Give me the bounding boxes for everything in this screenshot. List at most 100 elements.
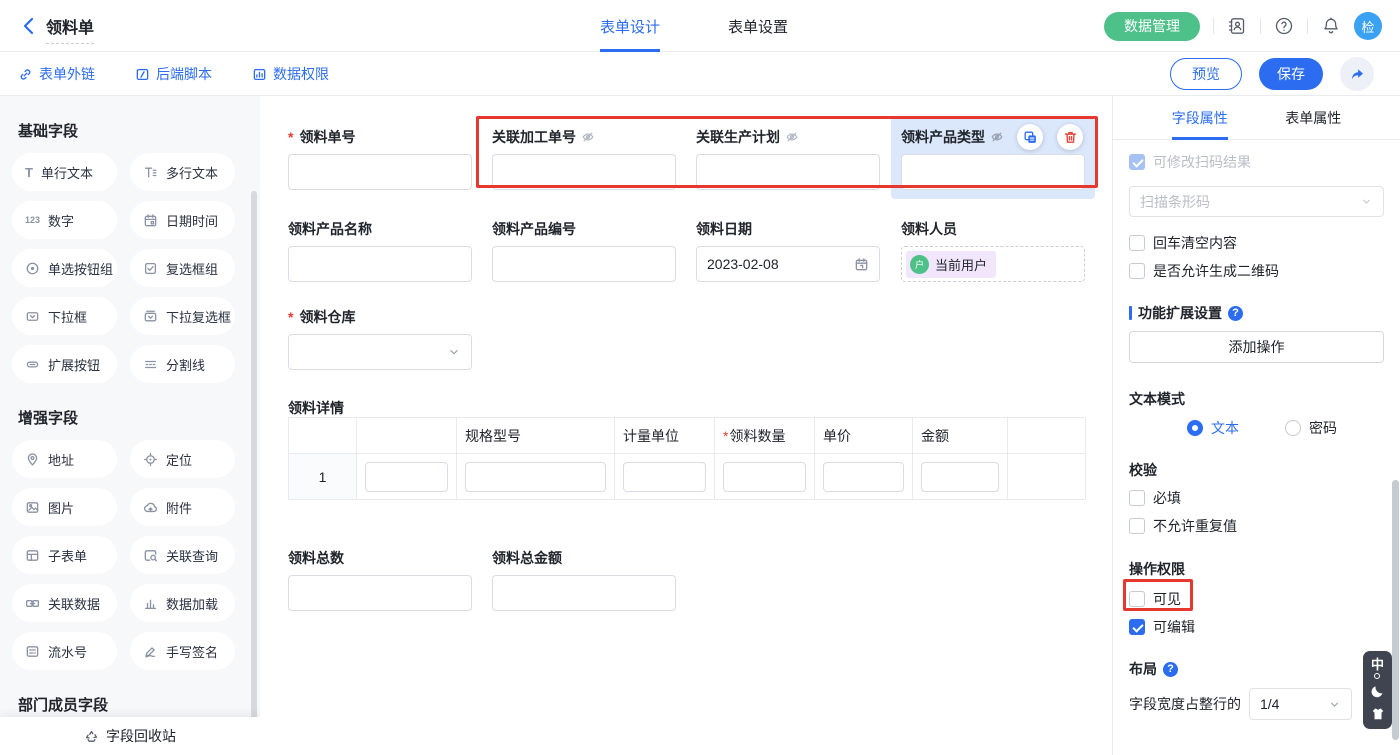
- total-amount-input[interactable]: [492, 575, 676, 611]
- share-button[interactable]: [1340, 57, 1374, 91]
- sidebar-item-extend-button[interactable]: 扩展按钮: [12, 345, 117, 383]
- tab-form-design[interactable]: 表单设计: [600, 0, 660, 52]
- tab-field-properties[interactable]: 字段属性: [1172, 96, 1228, 140]
- calendar-icon[interactable]: [854, 257, 869, 272]
- notification-bell-icon[interactable]: [1321, 16, 1341, 36]
- sidebar-item-linked-data[interactable]: 关联数据: [12, 584, 117, 622]
- scan-mode-select[interactable]: 扫描条形码: [1129, 186, 1384, 217]
- field-product-name[interactable]: 领料产品名称: [278, 209, 482, 291]
- sidebar-item-select[interactable]: 下拉框: [12, 297, 117, 335]
- subform-cell-input[interactable]: [823, 462, 904, 492]
- save-button[interactable]: 保存: [1259, 58, 1323, 90]
- sidebar-item-attachment[interactable]: 附件: [130, 488, 235, 526]
- language-toggle[interactable]: 中: [1371, 658, 1384, 671]
- sidebar-item-multi-select[interactable]: 下拉复选框: [130, 297, 235, 335]
- checkbox-visible[interactable]: [1129, 591, 1145, 607]
- subform-label: 领料详情: [288, 398, 344, 418]
- sidebar-scrollbar[interactable]: [251, 191, 257, 755]
- product-code-input[interactable]: [492, 246, 676, 282]
- option-no-duplicate[interactable]: 不允许重复值: [1129, 516, 1384, 536]
- dark-mode-moon-icon[interactable]: [1369, 683, 1386, 700]
- sidebar-item-multi-line-text[interactable]: 多行文本: [130, 153, 235, 191]
- back-button[interactable]: [18, 15, 40, 37]
- subform-cell-input[interactable]: [465, 462, 606, 492]
- floating-toolbar[interactable]: 中: [1363, 651, 1392, 729]
- person-input[interactable]: 户 当前用户: [901, 246, 1085, 282]
- sidebar-item-divider[interactable]: 分割线: [130, 345, 235, 383]
- option-visible[interactable]: 可见: [1129, 589, 1384, 609]
- option-modify-scan-result[interactable]: 可修改扫码结果: [1129, 152, 1384, 172]
- delete-field-button[interactable]: [1057, 124, 1083, 150]
- subform-cell-input[interactable]: [623, 462, 706, 492]
- field-product-type-selected[interactable]: 领料产品类型: [891, 117, 1095, 199]
- form-canvas[interactable]: 领料单号 关联加工单号 关联生产计划 领料产品类型 领料产品名称 领料产品编号: [260, 96, 1112, 755]
- option-allow-qrcode[interactable]: 是否允许生成二维码: [1129, 261, 1384, 281]
- subform-cell-input[interactable]: [365, 462, 448, 492]
- field-requisition-no[interactable]: 领料单号: [278, 117, 482, 199]
- product-name-input[interactable]: [288, 246, 472, 282]
- preview-button[interactable]: 预览: [1170, 58, 1242, 90]
- option-editable[interactable]: 可编辑: [1129, 617, 1384, 637]
- linked-production-plan-input[interactable]: [696, 154, 880, 190]
- sidebar-item-radio-group[interactable]: 单选按钮组: [12, 249, 117, 287]
- sidebar-item-datetime[interactable]: 日期时间: [130, 201, 235, 239]
- panel-scrollbar[interactable]: [1392, 480, 1399, 740]
- sidebar-item-checkbox-group[interactable]: 复选框组: [130, 249, 235, 287]
- form-toolbar: 表单外链 后端脚本 数据权限 预览 保存: [0, 52, 1400, 96]
- radio-text[interactable]: [1187, 420, 1203, 436]
- data-permission-button[interactable]: 数据权限: [252, 64, 329, 84]
- field-total-amount[interactable]: 领料总金额: [482, 538, 686, 620]
- data-manage-button[interactable]: 数据管理: [1104, 12, 1200, 41]
- avatar[interactable]: 检: [1354, 12, 1382, 40]
- date-input[interactable]: 2023-02-08: [696, 246, 880, 282]
- subform-cell-input[interactable]: [723, 462, 806, 492]
- product-type-input[interactable]: [901, 154, 1085, 190]
- field-warehouse[interactable]: 领料仓库: [278, 297, 482, 379]
- total-quantity-input[interactable]: [288, 575, 472, 611]
- checkbox-required[interactable]: [1129, 490, 1145, 506]
- copy-field-button[interactable]: [1017, 124, 1043, 150]
- option-clear-on-enter[interactable]: 回车清空内容: [1129, 233, 1384, 253]
- sidebar-item-number[interactable]: 123数字: [12, 201, 117, 239]
- sidebar-item-address[interactable]: 地址: [12, 440, 117, 478]
- help-circle-icon[interactable]: ?: [1163, 662, 1178, 677]
- add-action-button[interactable]: 添加操作: [1129, 331, 1384, 363]
- sidebar-item-lookup-query[interactable]: 关联查询: [130, 536, 235, 574]
- warehouse-select[interactable]: [288, 334, 472, 370]
- checkbox-clear-on-enter[interactable]: [1129, 235, 1145, 251]
- field-requisition-person[interactable]: 领料人员 户 当前用户: [891, 209, 1095, 291]
- tab-form-properties[interactable]: 表单属性: [1285, 96, 1341, 140]
- sidebar-item-data-load[interactable]: 数据加载: [130, 584, 235, 622]
- radio-password[interactable]: [1285, 420, 1301, 436]
- option-required[interactable]: 必填: [1129, 488, 1384, 508]
- form-title[interactable]: 领料单: [46, 14, 94, 44]
- checkbox-allow-qrcode[interactable]: [1129, 263, 1145, 279]
- linked-process-order-input[interactable]: [492, 154, 676, 190]
- checkbox-editable[interactable]: [1129, 619, 1145, 635]
- field-product-code[interactable]: 领料产品编号: [482, 209, 686, 291]
- theme-shirt-icon[interactable]: [1370, 706, 1386, 722]
- sidebar-item-subform[interactable]: 子表单: [12, 536, 117, 574]
- field-total-quantity[interactable]: 领料总数: [278, 538, 482, 620]
- subform-cell-input[interactable]: [921, 462, 999, 492]
- field-width-select[interactable]: 1/4: [1249, 688, 1352, 720]
- field-recycle-bin[interactable]: 字段回收站: [0, 717, 260, 755]
- sidebar-item-single-line-text[interactable]: T单行文本: [12, 153, 117, 191]
- help-icon[interactable]: [1274, 16, 1294, 36]
- field-linked-production-plan[interactable]: 关联生产计划: [686, 117, 890, 199]
- current-user-tag[interactable]: 户 当前用户: [906, 251, 996, 278]
- backend-script-button[interactable]: 后端脚本: [135, 64, 212, 84]
- sidebar-item-image[interactable]: 图片: [12, 488, 117, 526]
- external-link-button[interactable]: 表单外链: [18, 64, 95, 84]
- sidebar-item-serial-number[interactable]: 流水号: [12, 632, 117, 670]
- subform-table[interactable]: 规格型号 计量单位 领料数量 单价 金额 1: [288, 417, 1086, 500]
- contacts-book-icon[interactable]: [1227, 16, 1247, 36]
- checkbox-no-duplicate[interactable]: [1129, 518, 1145, 534]
- sidebar-item-signature[interactable]: 手写签名: [130, 632, 235, 670]
- requisition-no-input[interactable]: [288, 154, 472, 190]
- field-requisition-date[interactable]: 领料日期 2023-02-08: [686, 209, 890, 291]
- field-linked-process-order[interactable]: 关联加工单号: [482, 117, 686, 199]
- sidebar-item-location[interactable]: 定位: [130, 440, 235, 478]
- tab-form-settings[interactable]: 表单设置: [728, 0, 788, 52]
- help-circle-icon[interactable]: ?: [1228, 306, 1243, 321]
